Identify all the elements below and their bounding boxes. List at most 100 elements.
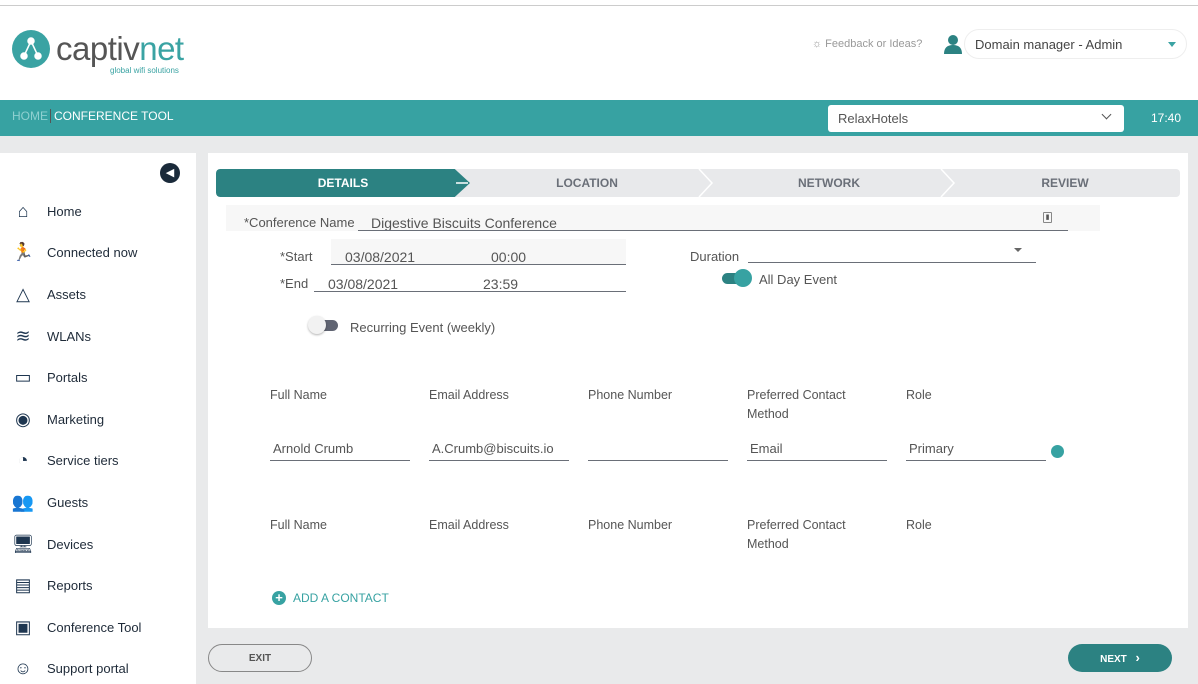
recurring-label: Recurring Event (weekly) (350, 320, 496, 335)
contact-header: Role (906, 518, 932, 532)
contact-header: Role (906, 388, 932, 402)
contact-field[interactable]: Email (750, 441, 783, 456)
contact-field-underline (747, 460, 887, 461)
header: captivnet global wifi solutions ☼ Feedba… (0, 6, 1198, 100)
role-dropdown[interactable]: Domain manager - Admin (964, 29, 1187, 59)
sidebar-item-label: Connected now (47, 244, 138, 260)
home-icon: ⌂ (17, 200, 29, 221)
stepper: DETAILS LOCATION NETWORK REVIEW (216, 169, 1180, 197)
add-contact-button[interactable]: + ADD A CONTACT (272, 591, 389, 605)
feedback-link[interactable]: ☼ Feedback or Ideas? (812, 38, 922, 50)
start-label: *Start (280, 249, 313, 264)
sidebar-item-devices[interactable]: 🖥 Devices (10, 533, 94, 555)
running-person-icon: 🏃 (11, 241, 35, 262)
recurring-toggle[interactable] (308, 316, 338, 334)
conference-name-underline (358, 230, 1068, 231)
contact-header: Preferred Contact Method (747, 388, 846, 421)
portal-icon: ▭ (14, 366, 32, 387)
feedback-label: Feedback or Ideas? (825, 38, 923, 50)
logo-icon (12, 30, 50, 68)
sidebar-item-label: Devices (47, 536, 94, 552)
sidebar-item-reports[interactable]: ▤ Reports (10, 574, 93, 596)
end-underline (314, 291, 626, 292)
sidebar-item-connected-now[interactable]: 🏃 Connected now (10, 241, 138, 263)
end-date-input[interactable]: 03/08/2021 (328, 276, 398, 292)
start-date-input[interactable]: 03/08/2021 (345, 249, 415, 265)
plus-icon: + (272, 591, 286, 605)
logo-text-b: net (139, 30, 184, 67)
next-button[interactable]: NEXT › (1068, 644, 1172, 672)
network-triangle-icon: △ (16, 283, 30, 304)
contact-header: Email Address (429, 518, 509, 532)
sidebar-item-label: WLANs (47, 328, 92, 344)
logo-text-a: captiv (56, 30, 140, 67)
all-day-label: All Day Event (759, 272, 838, 287)
sidebar-item-marketing[interactable]: ◉ Marketing (10, 408, 104, 430)
breadcrumb: HOME CONFERENCE TOOL (12, 109, 174, 123)
contact-header: Preferred Contact Method (747, 518, 846, 551)
contact-header: Email Address (429, 388, 509, 402)
sidebar-item-label: Guests (47, 494, 89, 510)
logo-tagline: global wifi solutions (110, 66, 179, 75)
sidebar-item-label: Portals (47, 369, 88, 385)
add-contact-label: ADD A CONTACT (293, 591, 389, 605)
start-underline (331, 264, 626, 265)
clock: 17:40 (1151, 111, 1182, 125)
sidebar-item-label: Assets (47, 286, 87, 302)
contact-field-underline (906, 460, 1046, 461)
sidebar-item-label: Home (47, 203, 82, 219)
sidebar-item-label: Support portal (47, 660, 129, 676)
contact-card-icon[interactable]: ▮ (1043, 212, 1052, 223)
reports-icon: ▤ (14, 574, 32, 595)
sidebar-item-assets[interactable]: △ Assets (10, 283, 86, 305)
exit-button[interactable]: EXIT (208, 644, 312, 672)
chevron-right-icon: › (1135, 650, 1140, 665)
all-day-toggle[interactable] (722, 269, 752, 287)
user-icon (944, 35, 962, 54)
breadcrumb-current: CONFERENCE TOOL (54, 109, 174, 123)
role-label: Domain manager - Admin (975, 37, 1123, 52)
logo[interactable]: captivnet global wifi solutions (12, 30, 184, 75)
contact-field-underline (270, 460, 410, 461)
sidebar-item-guests[interactable]: 👥 Guests (10, 491, 88, 513)
chevron-down-icon (1101, 109, 1112, 120)
nav-bar: HOME CONFERENCE TOOL RelaxHotels 17:40 (0, 100, 1198, 136)
support-icon: ☺ (13, 657, 33, 678)
contact-field[interactable]: Primary (909, 441, 954, 456)
primary-contact-indicator[interactable] (1051, 445, 1064, 458)
main-card: DETAILS LOCATION NETWORK REVIEW *Confere… (208, 153, 1188, 628)
start-time-input[interactable]: 00:00 (491, 249, 526, 265)
sidebar-item-label: Service tiers (47, 452, 119, 468)
sidebar-item-label: Conference Tool (47, 619, 142, 635)
sidebar-item-wlans[interactable]: ≋ WLANs (10, 325, 91, 347)
contact-field[interactable]: A.Crumb@biscuits.io (432, 441, 554, 456)
contact-field-underline (429, 460, 569, 461)
duration-label: Duration (690, 249, 740, 264)
contact-header: Full Name (270, 388, 327, 402)
sidebar-item-support-portal[interactable]: ☺ Support portal (10, 657, 129, 679)
caret-down-icon (1014, 248, 1022, 256)
conference-icon: ▣ (14, 616, 32, 637)
contact-header: Phone Number (588, 388, 673, 402)
end-time-input[interactable]: 23:59 (483, 276, 518, 292)
sidebar-item-portals[interactable]: ▭ Portals (10, 366, 87, 388)
sidebar-item-label: Reports (47, 577, 93, 593)
contact-header: Phone Number (588, 518, 673, 532)
step-separators (456, 169, 956, 197)
collapse-sidebar-button[interactable]: ◀ (160, 163, 180, 183)
devices-icon: 🖥 (11, 533, 35, 554)
sidebar-item-conference-tool[interactable]: ▣ Conference Tool (10, 616, 141, 638)
conference-name-input[interactable]: Digestive Biscuits Conference (371, 215, 557, 231)
contact-field[interactable]: Arnold Crumb (273, 441, 353, 456)
sidebar-item-home[interactable]: ⌂ Home (10, 200, 82, 222)
conference-name-label: *Conference Name (244, 215, 355, 230)
property-dropdown[interactable]: RelaxHotels (828, 105, 1124, 132)
duration-select[interactable] (748, 262, 1036, 263)
sidebar-item-service-tiers[interactable]: ◔ Service tiers (10, 449, 119, 471)
breadcrumb-home[interactable]: HOME (12, 109, 51, 123)
contact-field-underline (588, 460, 728, 461)
end-label: *End (280, 276, 309, 291)
contact-header: Full Name (270, 518, 327, 532)
marketing-icon: ◉ (15, 408, 31, 429)
caret-down-icon (1168, 42, 1176, 51)
